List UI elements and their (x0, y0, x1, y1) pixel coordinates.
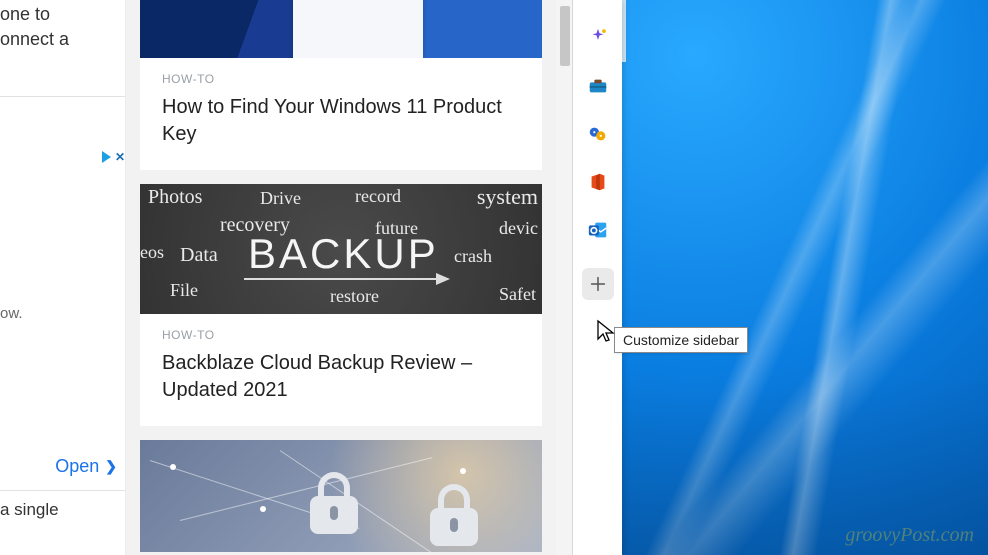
article-card[interactable] (140, 440, 542, 552)
related-articles-list: HOW-TO How to Find Your Windows 11 Produ… (126, 0, 556, 555)
article-kicker: HOW-TO (162, 72, 520, 86)
sidebar-add-button[interactable] (582, 268, 614, 300)
sidebar-outlook-button[interactable] (582, 214, 614, 246)
decorative-dot (460, 468, 466, 474)
sidebar-bing-ai-button[interactable] (582, 22, 614, 54)
games-icon (587, 123, 609, 145)
article-left-fragment: one to onnect a ✕ ow. Open ❯ a single (0, 0, 126, 555)
ad-open-label: Open (55, 456, 99, 477)
chevron-right-icon: ❯ (105, 458, 117, 475)
chalk-word: BACKUP (248, 230, 439, 278)
article-kicker: HOW-TO (162, 328, 520, 342)
webpage-content: one to onnect a ✕ ow. Open ❯ a single (0, 0, 555, 555)
ad-text-fragment: a single (0, 500, 59, 520)
page-scrollbar-thumb[interactable] (560, 6, 570, 66)
padlock-icon (430, 484, 478, 546)
watermark: groovyPost.com (845, 524, 974, 547)
sidebar-games-button[interactable] (582, 118, 614, 150)
article-title: How to Find Your Windows 11 Product Key (162, 94, 520, 148)
chalk-word: Drive (260, 188, 301, 209)
mouse-cursor-icon (596, 319, 616, 345)
padlock-icon (310, 472, 358, 534)
office-icon (587, 171, 609, 193)
divider (0, 490, 125, 491)
ad-text-fragment: ow. (0, 305, 23, 322)
chalk-word: system (477, 184, 538, 210)
sparkle-icon (587, 27, 609, 49)
article-line: one to (0, 2, 119, 27)
adchoices-icon (102, 151, 111, 163)
briefcase-icon (587, 75, 609, 97)
article-line: onnect a (0, 27, 119, 52)
plus-icon (587, 273, 609, 295)
chalk-word: Safet (499, 284, 536, 305)
article-card[interactable]: HOW-TO How to Find Your Windows 11 Produ… (140, 0, 542, 170)
article-text-fragment: one to onnect a (0, 0, 125, 58)
chalk-word: eos (140, 242, 164, 263)
chalk-word: Photos (148, 186, 202, 209)
edge-browser-window: one to onnect a ✕ ow. Open ❯ a single (0, 0, 622, 555)
article-thumbnail (140, 440, 542, 552)
chalk-word: File (170, 280, 198, 301)
outlook-icon (587, 219, 609, 241)
windows-desktop-wallpaper (622, 0, 988, 555)
chalk-word: restore (330, 286, 379, 307)
ad-close-icon[interactable]: ✕ (115, 150, 125, 164)
chalk-word: devic (499, 218, 538, 239)
ad-open-link[interactable]: Open ❯ (55, 456, 117, 477)
sidebar-office-button[interactable] (582, 166, 614, 198)
edge-sidebar (573, 0, 622, 555)
decorative-dot (170, 464, 176, 470)
screenshot-root: one to onnect a ✕ ow. Open ❯ a single (0, 0, 988, 555)
tab-strip-edge (622, 0, 626, 62)
article-thumbnail: Photos Drive record system recovery futu… (140, 184, 542, 314)
article-thumbnail (140, 0, 542, 58)
chalk-word: Data (180, 244, 218, 267)
chalk-underline (244, 278, 444, 280)
adchoices-row[interactable]: ✕ (0, 150, 125, 164)
article-title: Backblaze Cloud Backup Review – Updated … (162, 350, 520, 404)
chalk-word: crash (454, 246, 492, 267)
chalk-word: record (355, 186, 401, 207)
tooltip-customize-sidebar: Customize sidebar (614, 327, 748, 353)
sidebar-tools-button[interactable] (582, 70, 614, 102)
divider (0, 96, 125, 97)
page-scrollbar-track[interactable] (555, 0, 573, 555)
decorative-dot (260, 506, 266, 512)
article-card[interactable]: Photos Drive record system recovery futu… (140, 184, 542, 426)
